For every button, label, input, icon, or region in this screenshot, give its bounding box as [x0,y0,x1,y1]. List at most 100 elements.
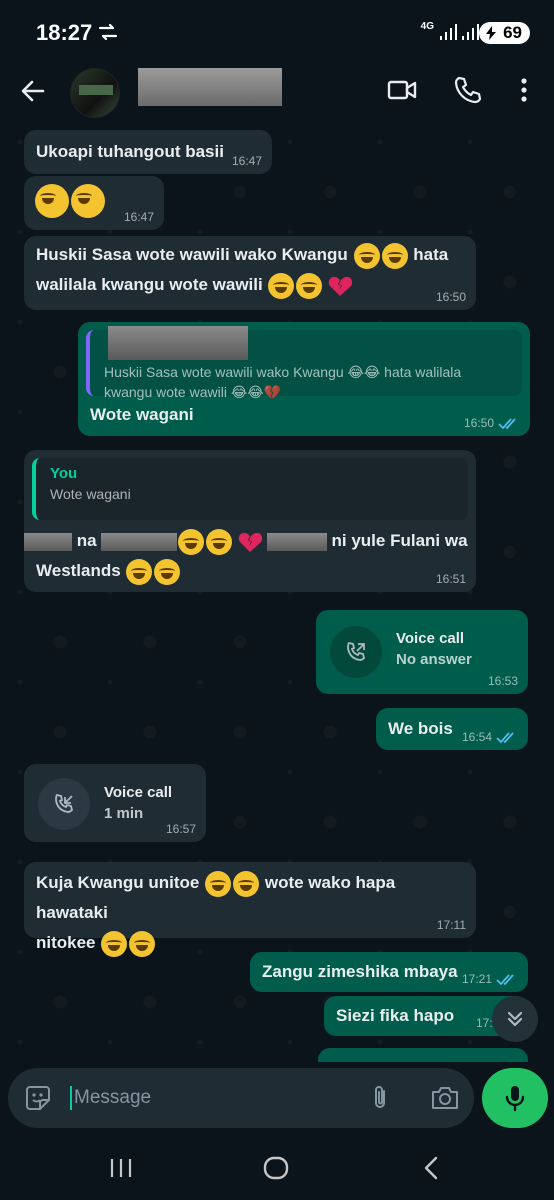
laughing-emoji-icon [206,528,233,555]
message-outgoing[interactable]: Zangu zimeshika mbaya 17:21 [250,952,528,992]
message-incoming[interactable]: 16:47 [24,176,164,230]
message-field[interactable] [8,1068,474,1128]
voice-call-icon[interactable] [452,74,484,106]
message-time: 16:54 [461,730,492,744]
sticker-icon[interactable] [24,1084,52,1112]
message-text: Westlands [36,561,121,580]
voice-call-incoming[interactable]: Voice call 1 min 16:57 [24,764,206,842]
message-status: 16:54 [462,730,518,744]
quoted-sender: You [50,465,78,482]
network-type: 4G [420,21,434,32]
call-status: No answer [396,651,472,668]
message-text: nitokee [36,933,96,952]
attach-icon[interactable] [366,1084,394,1112]
quoted-message[interactable]: You Wote wagani [32,458,468,520]
read-receipt-icon [496,732,514,744]
message-outgoing[interactable]: We bois 16:54 [376,708,528,750]
status-bar: 18:27 4G 69 [0,0,554,60]
recent-apps-icon[interactable] [108,1156,134,1180]
redacted-name [24,532,72,551]
back-arrow-icon[interactable] [18,76,48,106]
back-icon[interactable] [420,1154,444,1182]
double-chevron-down-icon [507,1011,523,1027]
message-time: 16:53 [487,674,518,688]
message-outgoing-reply[interactable]: Huskii Sasa wote wawili wako Kwangu 😂😂 h… [78,322,530,436]
message-time: 17:21 [461,972,492,986]
read-receipt-icon [498,418,516,430]
message-text: ni yule Fulani wa [331,531,468,550]
laughing-emoji-icon [233,870,260,897]
message-time: 16:47 [123,210,154,224]
battery-level: 69 [503,23,522,42]
message-text: Wote wagani [90,405,194,424]
laughing-emoji-icon [178,528,205,555]
incoming-call-icon [55,794,73,813]
chat-header [0,60,554,122]
message-status: 17:21 [462,972,518,986]
message-status: 16:50 [464,416,520,430]
laughing-emoji-icon [381,242,408,269]
laughing-emoji-icon [353,242,380,269]
quoted-text: Wote wagani [50,486,131,502]
laughing-emoji-icon [71,184,105,218]
redacted-name [101,532,178,551]
message-incoming[interactable]: Kuja Kwangu unitoe wote wako hapa hawata… [24,862,476,957]
message-text: Zangu zimeshika mbaya [262,962,458,981]
broken-heart-icon [238,532,263,552]
call-title: Voice call [104,784,173,801]
more-options-icon[interactable] [508,74,540,106]
call-icon-circle [38,778,90,830]
message-time: 16:51 [435,572,466,586]
scroll-to-bottom-button[interactable] [492,996,538,1042]
laughing-emoji-icon [296,272,323,299]
message-incoming[interactable]: Ukoapi tuhangout basii 16:47 [24,130,272,174]
message-text: walilala kwangu wote wawili [36,275,263,294]
status-time: 18:27 [36,20,93,45]
message-text: Ukoapi tuhangout basii [36,142,224,161]
quoted-sender-redacted [108,326,248,360]
message-text: na [76,531,97,550]
message-time: 16:50 [463,416,494,430]
laughing-emoji-icon [205,870,232,897]
quoted-text: Huskii Sasa wote wawili wako Kwangu 😂😂 h… [104,364,462,400]
battery-indicator: 69 [479,22,530,44]
broken-heart-icon [329,276,353,296]
message-outgoing-partial[interactable] [318,1048,528,1062]
microphone-icon [505,1086,525,1112]
battery-charging-icon [486,26,497,40]
message-time: 16:57 [165,822,196,836]
message-time: 16:47 [231,154,262,168]
message-text: hata [413,245,449,264]
quoted-message[interactable]: Huskii Sasa wote wawili wako Kwangu 😂😂 h… [86,326,522,400]
message-text: Kuja Kwangu unitoe [36,873,200,892]
video-call-icon[interactable] [386,74,418,106]
laughing-emoji-icon [129,930,156,957]
message-text: We bois [388,719,453,738]
outgoing-call-icon [347,642,365,661]
message-text: Huskii Sasa wote wawili wako Kwangu [36,245,348,264]
laughing-emoji-icon [35,184,69,218]
contact-avatar[interactable] [70,68,120,118]
laughing-emoji-icon [126,558,153,585]
voice-message-button[interactable] [482,1068,548,1128]
laughing-emoji-icon [268,272,295,299]
camera-icon[interactable] [430,1084,460,1112]
message-time: 17:11 [436,918,466,932]
laughing-emoji-icon [101,930,128,957]
sync-icon [98,23,118,41]
call-icon-circle [330,626,382,678]
voice-call-outgoing[interactable]: Voice call No answer 16:53 [316,610,528,694]
signal-icon-2 [462,24,479,40]
message-incoming-reply[interactable]: You Wote wagani na ni yule Fulani wa Wes… [24,450,476,592]
contact-name-redacted[interactable] [138,68,282,106]
read-receipt-icon [496,974,514,986]
home-icon[interactable] [262,1154,290,1182]
message-incoming[interactable]: Huskii Sasa wote wawili wako Kwangu hata… [24,236,476,310]
system-nav-bar [0,1138,554,1200]
message-composer [0,1062,554,1138]
message-input[interactable] [70,1086,310,1110]
message-text: Siezi fika hapo [336,1006,455,1025]
message-list[interactable]: Ukoapi tuhangout basii 16:47 16:47 Huski… [0,122,554,1062]
redacted-name [266,532,327,551]
call-title: Voice call [396,630,465,647]
